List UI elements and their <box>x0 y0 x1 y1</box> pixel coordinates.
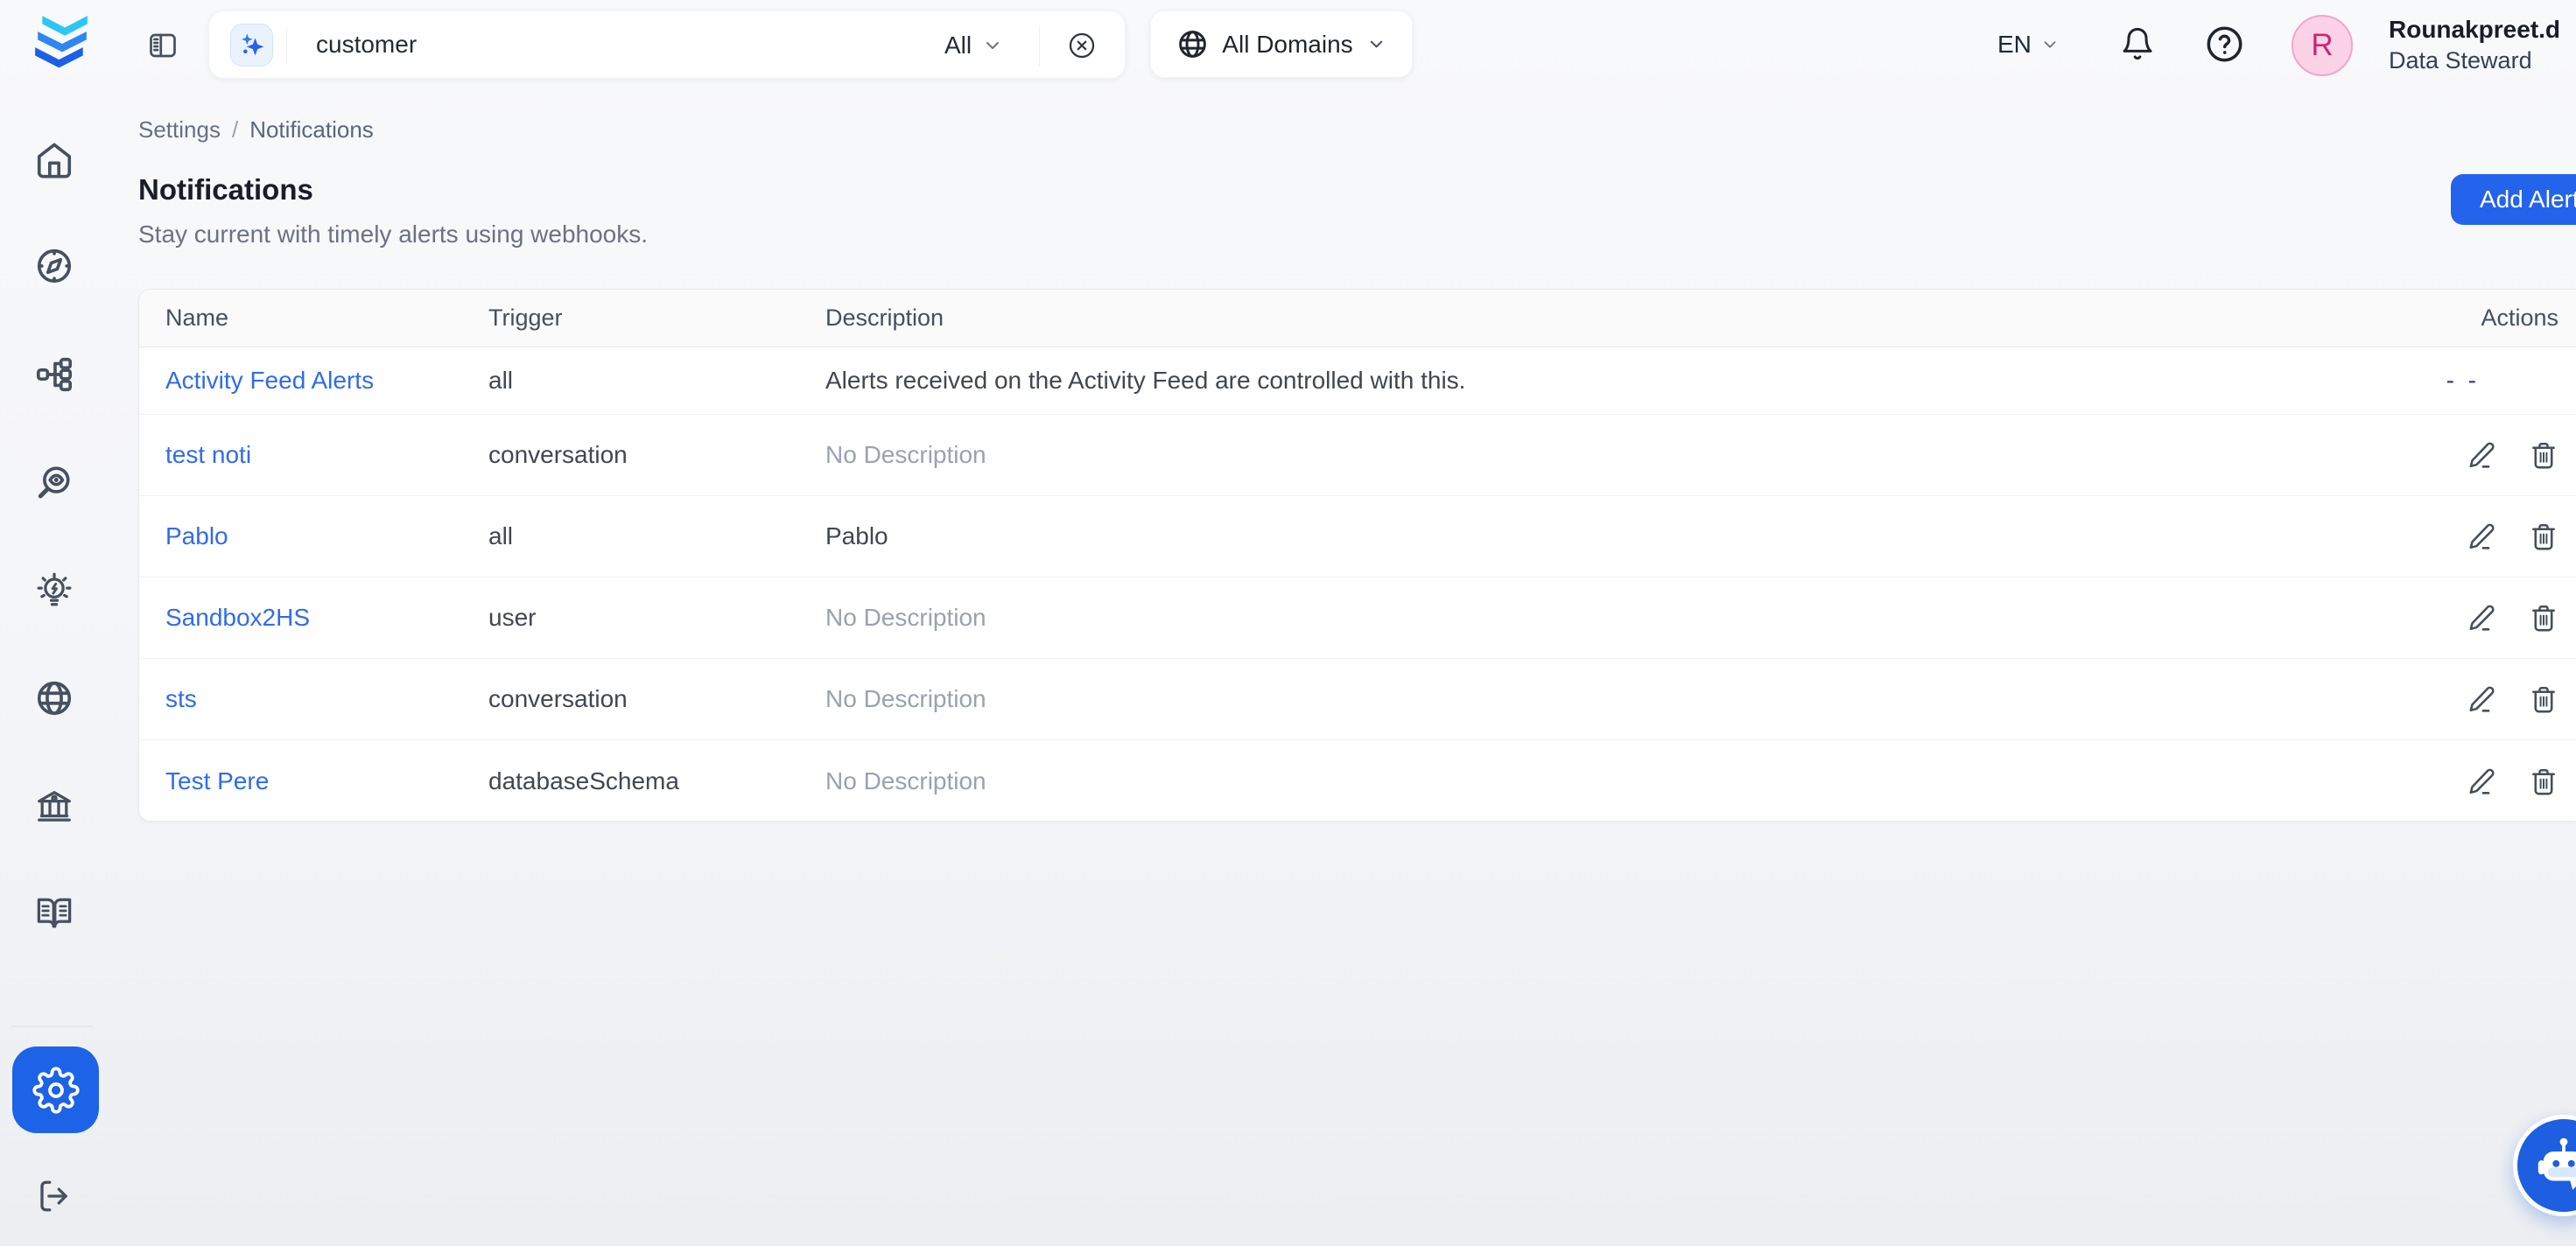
language-label: EN <box>1997 31 2032 59</box>
app-logo[interactable] <box>32 12 91 77</box>
trigger-cell: all <box>488 522 825 550</box>
robot-icon <box>2533 1135 2576 1196</box>
trigger-cell: databaseSchema <box>488 767 825 795</box>
description-cell: No Description <box>825 604 2313 632</box>
settings-icon[interactable] <box>12 1046 99 1133</box>
alert-name-link[interactable]: Sandbox2HS <box>165 604 310 631</box>
global-search-bar: All <box>208 10 1126 79</box>
trigger-cell: all <box>488 367 825 395</box>
home-icon[interactable] <box>34 141 74 181</box>
glossary-icon[interactable] <box>34 892 74 933</box>
notifications-bell-icon[interactable] <box>2120 26 2155 61</box>
column-header-description: Description <box>825 304 2313 332</box>
chevron-down-icon <box>2040 35 2060 54</box>
domains-filter-button[interactable]: All Domains <box>1150 10 1413 78</box>
column-header-actions: Actions <box>2313 304 2576 332</box>
table-row: test noti conversation No Description <box>139 415 2576 496</box>
table-row: Sandbox2HS user No Description <box>139 578 2576 659</box>
language-selector[interactable]: EN <box>1997 21 2060 68</box>
user-role: Data Steward <box>2389 46 2560 74</box>
delete-icon[interactable] <box>2529 440 2558 470</box>
delete-icon[interactable] <box>2529 603 2558 633</box>
actions-placeholder: - - <box>2446 367 2480 395</box>
edit-icon[interactable] <box>2467 440 2497 470</box>
user-meta: Rounakpreet.d Data Steward <box>2389 15 2560 74</box>
description-cell: Pablo <box>825 522 2313 550</box>
sidebar-divider <box>11 1026 93 1027</box>
breadcrumb-notifications: Notifications <box>249 116 374 144</box>
table-row: Test Pere databaseSchema No Description <box>139 740 2576 822</box>
description-cell: Alerts received on the Activity Feed are… <box>825 367 2313 395</box>
table-row: Activity Feed Alerts all Alerts received… <box>139 347 2576 415</box>
help-icon[interactable] <box>2204 24 2245 65</box>
description-cell: No Description <box>825 685 2313 713</box>
delete-icon[interactable] <box>2529 684 2558 714</box>
govern-icon[interactable] <box>34 786 74 826</box>
chevron-down-icon <box>982 35 1003 56</box>
table-row: sts conversation No Description <box>139 659 2576 740</box>
alert-name-link[interactable]: Activity Feed Alerts <box>165 367 374 394</box>
clear-search-icon[interactable] <box>1067 31 1097 60</box>
table-header: Name Trigger Description Actions <box>139 290 2576 347</box>
search-scope-dropdown[interactable]: All <box>944 11 1003 80</box>
chat-bot-button[interactable] <box>2513 1115 2576 1216</box>
explore-icon[interactable] <box>34 246 74 286</box>
column-header-name: Name <box>139 304 488 332</box>
edit-icon[interactable] <box>2467 684 2497 714</box>
notifications-table: Name Trigger Description Actions Activit… <box>138 289 2576 822</box>
description-cell: No Description <box>825 767 2313 795</box>
column-header-trigger: Trigger <box>488 304 825 332</box>
data-flow-icon[interactable] <box>34 354 74 395</box>
breadcrumb-separator: / <box>232 116 238 144</box>
alert-name-link[interactable]: test noti <box>165 441 251 468</box>
page-subtitle: Stay current with timely alerts using we… <box>138 220 648 248</box>
ai-sparkles-icon[interactable] <box>230 24 273 66</box>
edit-icon[interactable] <box>2467 603 2497 633</box>
table-row: Pablo all Pablo <box>139 496 2576 578</box>
description-cell: No Description <box>825 441 2313 469</box>
add-alert-button[interactable]: Add Alert <box>2451 174 2576 225</box>
trigger-cell: user <box>488 604 825 632</box>
chevron-down-icon <box>1366 34 1386 54</box>
search-input[interactable] <box>316 27 806 62</box>
avatar[interactable]: R <box>2292 15 2353 76</box>
breadcrumb-settings[interactable]: Settings <box>138 116 221 144</box>
alert-name-link[interactable]: sts <box>165 685 197 712</box>
user-name: Rounakpreet.d <box>2389 15 2560 45</box>
delete-icon[interactable] <box>2529 522 2558 551</box>
edit-icon[interactable] <box>2467 766 2497 796</box>
sidebar-toggle-icon[interactable] <box>147 30 179 61</box>
insights-icon[interactable] <box>34 571 74 612</box>
observability-icon[interactable] <box>34 463 74 503</box>
edit-icon[interactable] <box>2467 522 2497 551</box>
domains-filter-label: All Domains <box>1222 31 1352 59</box>
trigger-cell: conversation <box>488 685 825 713</box>
search-divider <box>1039 25 1040 66</box>
alert-name-link[interactable]: Test Pere <box>165 767 269 794</box>
domains-icon[interactable] <box>34 678 74 718</box>
search-scope-label: All <box>944 32 972 60</box>
breadcrumb: Settings / Notifications <box>138 116 374 144</box>
trigger-cell: conversation <box>488 441 825 469</box>
globe-icon <box>1176 28 1209 60</box>
logout-icon[interactable] <box>36 1178 73 1214</box>
search-divider <box>286 28 287 63</box>
page-title: Notifications <box>138 173 313 206</box>
alert-name-link[interactable]: Pablo <box>165 522 228 550</box>
delete-icon[interactable] <box>2529 766 2558 796</box>
app-window: All All Domains EN R Rounakpreet.d Data … <box>0 0 2576 1246</box>
avatar-initial: R <box>2311 28 2333 63</box>
